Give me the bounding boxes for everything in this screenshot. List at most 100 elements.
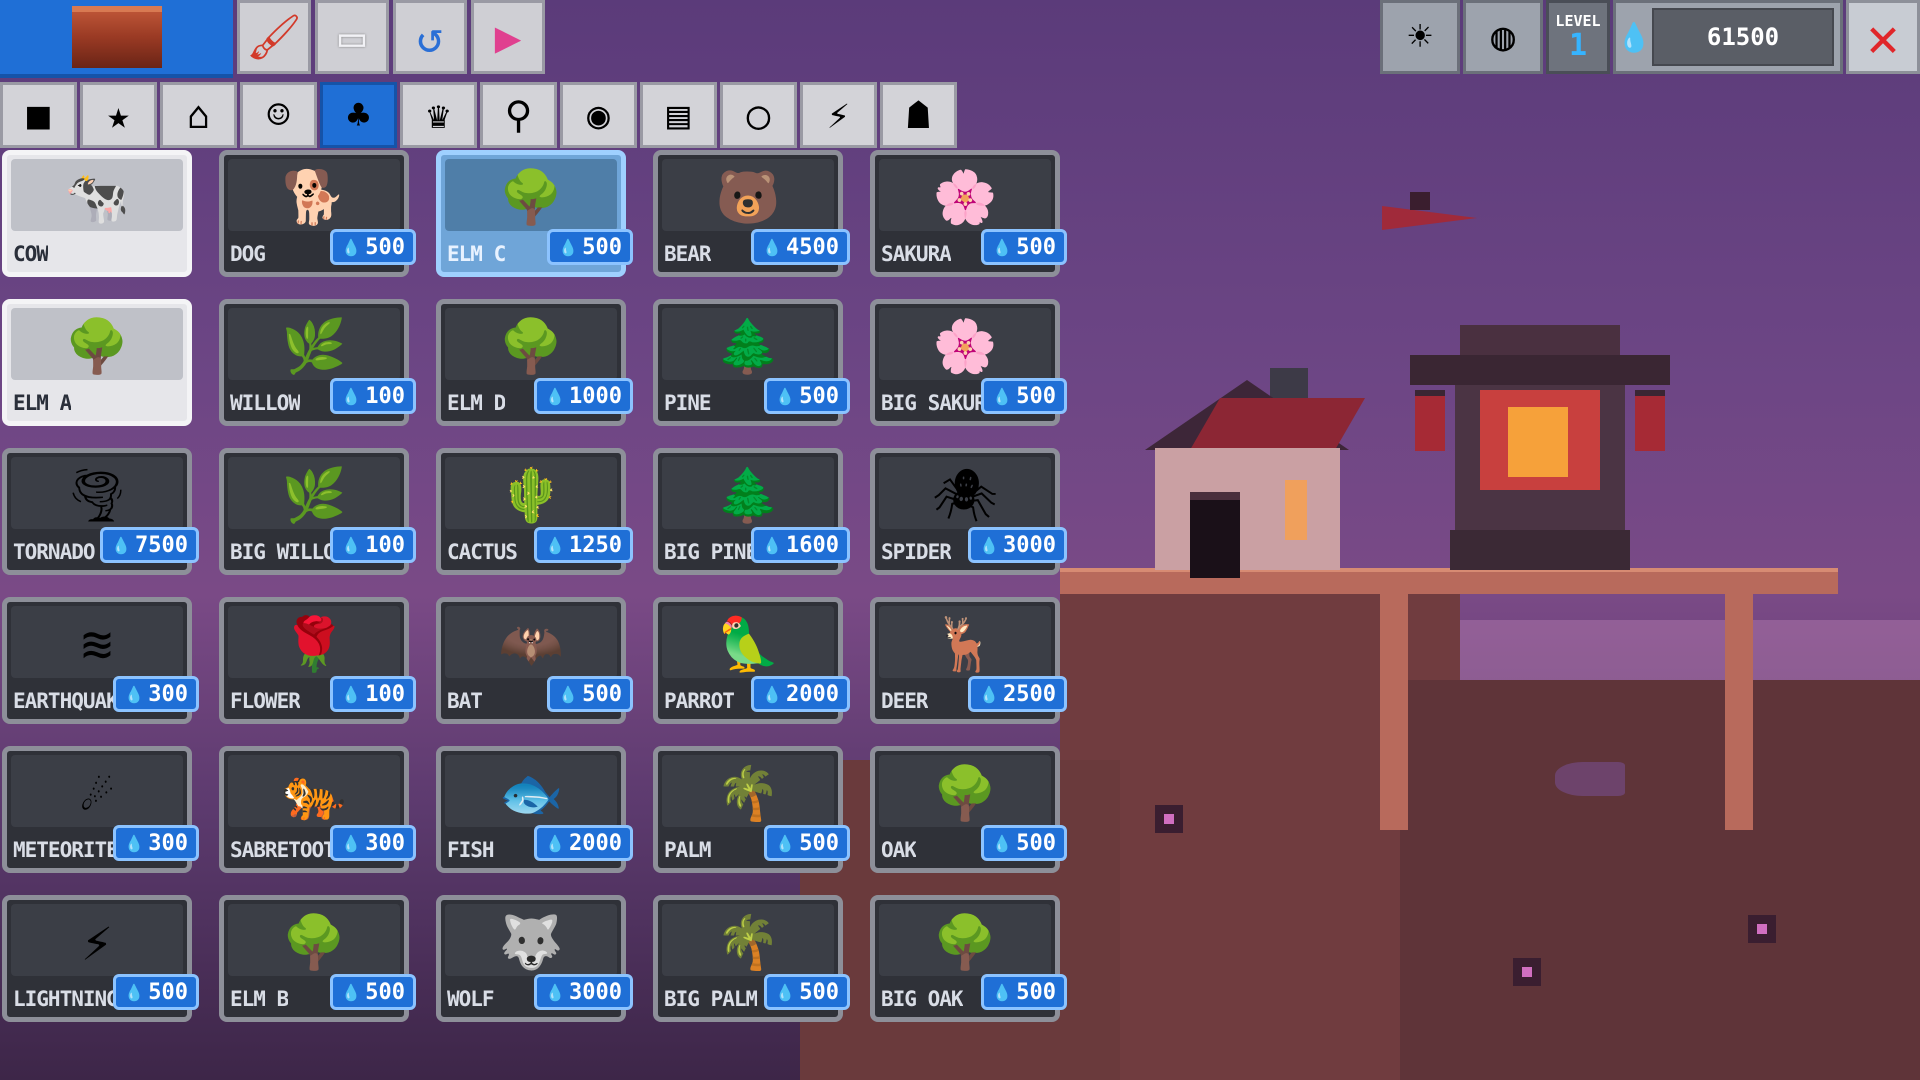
- palette-item-fish[interactable]: 🐟 FISH 💧 2000: [436, 746, 633, 873]
- pine-tree-icon: 🌲: [715, 466, 781, 526]
- house-wall: [1155, 448, 1340, 570]
- palette-item-bat[interactable]: 🦇 BAT 💧 500: [436, 597, 633, 724]
- category-tab-person[interactable]: ☺: [240, 82, 317, 148]
- category-tab-star[interactable]: ★: [80, 82, 157, 148]
- lightning-icon: ⚡: [81, 913, 113, 973]
- price-badge: 💧 3000: [534, 974, 633, 1010]
- price-badge: 💧 500: [764, 974, 850, 1010]
- lantern: [1415, 390, 1445, 451]
- price-badge: 💧 500: [330, 229, 416, 265]
- oak-tree-icon: 🌳: [932, 764, 998, 824]
- palette-item-spider[interactable]: 🕷 SPIDER 💧 3000: [870, 448, 1067, 575]
- elm-tree-icon: 🌳: [498, 317, 564, 377]
- category-tab-reaper[interactable]: ☗: [880, 82, 957, 148]
- palette-item-big-willow[interactable]: 🌿 BIG WILLOW 💧 100: [219, 448, 416, 575]
- palette-item-sabretooth[interactable]: 🐅 SABRETOOTH 💧 300: [219, 746, 416, 873]
- palette-item-dog[interactable]: 🐕 DOG 💧 500: [219, 150, 416, 277]
- category-tab-book[interactable]: ▤: [640, 82, 717, 148]
- item-label: BIG OAK: [881, 987, 963, 1011]
- palette-item-willow[interactable]: 🌿 WILLOW 💧 100: [219, 299, 416, 426]
- item-label: OAK: [881, 838, 916, 862]
- item-preview: 🌵: [445, 457, 617, 529]
- water-drop-icon: 💧: [545, 833, 566, 853]
- palette-item-cow[interactable]: 🐄 COW: [2, 150, 192, 277]
- item-label: ELM C: [447, 242, 506, 266]
- palette-item-lightning[interactable]: ⚡ LIGHTNING 💧 500: [2, 895, 199, 1022]
- palette-item-palm[interactable]: 🌴 PALM 💧 500: [653, 746, 850, 873]
- water-drop-icon: 💧: [341, 237, 362, 257]
- price-value: 1600: [786, 532, 839, 558]
- category-tab-laser[interactable]: ⚡: [800, 82, 877, 148]
- tornado-icon: 🌪: [63, 466, 130, 526]
- palette-item-elm-c[interactable]: 🌳 ELM C 💧 500: [436, 150, 633, 277]
- palette-item-sakura[interactable]: 🌸 SAKURA 💧 500: [870, 150, 1067, 277]
- category-tab-palette[interactable]: ◉: [560, 82, 637, 148]
- lantern: [1635, 390, 1665, 451]
- price-value: 7500: [135, 532, 188, 558]
- water-drop-icon: 💧: [762, 535, 783, 555]
- pine-tree-icon: 🌲: [715, 317, 781, 377]
- palette-item-elm-b[interactable]: 🌳 ELM B 💧 500: [219, 895, 416, 1022]
- palette-item-big-oak[interactable]: 🌳 BIG OAK 💧 500: [870, 895, 1067, 1022]
- price-value: 100: [365, 532, 405, 558]
- selected-material-button[interactable]: [0, 0, 233, 78]
- category-tab-nature[interactable]: ♣: [320, 82, 397, 148]
- undo-button[interactable]: ↺: [393, 0, 467, 74]
- item-label: PARROT: [664, 689, 734, 713]
- palette-item-big-palm[interactable]: 🌴 BIG PALM 💧 500: [653, 895, 850, 1022]
- weather-button[interactable]: ☀: [1380, 0, 1460, 74]
- item-label: PALM: [664, 838, 711, 862]
- shrine-glyph: [1508, 407, 1568, 477]
- palette-item-big-pine[interactable]: 🌲 BIG PINE 💧 1600: [653, 448, 850, 575]
- category-tab-costume[interactable]: ♛: [400, 82, 477, 148]
- palette-item-cactus[interactable]: 🌵 CACTUS 💧 1250: [436, 448, 633, 575]
- palette-item-elm-d[interactable]: 🌳 ELM D 💧 1000: [436, 299, 633, 426]
- palette-item-tornado[interactable]: 🌪 TORNADO 💧 7500: [2, 448, 199, 575]
- palette-item-deer[interactable]: 🦌 DEER 💧 2500: [870, 597, 1067, 724]
- paint-brush-button[interactable]: 🖌: [237, 0, 311, 74]
- palette-item-elm-a[interactable]: 🌳 ELM A: [2, 299, 192, 426]
- palette-item-oak[interactable]: 🌳 OAK 💧 500: [870, 746, 1067, 873]
- play-button[interactable]: ▶: [471, 0, 545, 74]
- category-tab-lightbulb[interactable]: ◯: [720, 82, 797, 148]
- water-drop-icon: 💧: [558, 684, 579, 704]
- category-tabs: ■ ★ ⌂ ☺ ♣ ♛ ⚲ ◉ ▤ ◯ ⚡ ☗: [0, 82, 960, 148]
- price-value: 2000: [569, 830, 622, 856]
- close-icon: ✕: [1866, 5, 1900, 69]
- palette-item-pine[interactable]: 🌲 PINE 💧 500: [653, 299, 850, 426]
- item-label: ELM D: [447, 391, 506, 415]
- eraser-button[interactable]: ▭: [315, 0, 389, 74]
- category-tab-house[interactable]: ⌂: [160, 82, 237, 148]
- item-label: FLOWER: [230, 689, 300, 713]
- nature-icon: ♣: [347, 93, 370, 137]
- item-preview: 🌿: [228, 457, 400, 529]
- category-tab-joystick[interactable]: ⚲: [480, 82, 557, 148]
- item-preview: ≋: [11, 606, 183, 678]
- palette-item-flower[interactable]: 🌹 FLOWER 💧 100: [219, 597, 416, 724]
- palette-item-wolf[interactable]: 🐺 WOLF 💧 3000: [436, 895, 633, 1022]
- palette-item-earthquake[interactable]: ≋ EARTHQUAKE 💧 300: [2, 597, 199, 724]
- cow-icon: 🐄: [64, 168, 130, 228]
- price-badge: 💧 100: [330, 527, 416, 563]
- palette-item-meteorite[interactable]: ☄ METEORITE 💧 300: [2, 746, 199, 873]
- category-tab-blocks[interactable]: ■: [0, 82, 77, 148]
- glow-block: [1748, 915, 1776, 943]
- price-badge: 💧 500: [330, 974, 416, 1010]
- price-value: 1250: [569, 532, 622, 558]
- close-button[interactable]: ✕: [1846, 0, 1920, 74]
- item-preview: 🌿: [228, 308, 400, 380]
- palette-item-parrot[interactable]: 🦜 PARROT 💧 2000: [653, 597, 850, 724]
- dog-icon: 🐕: [281, 168, 347, 228]
- water-drop-icon: 💧: [775, 982, 796, 1002]
- price-badge: 💧 3000: [968, 527, 1067, 563]
- shrine-base: [1450, 530, 1630, 570]
- price-value: 2500: [1003, 681, 1056, 707]
- item-preview: 🕷: [879, 457, 1051, 529]
- palette-item-bear[interactable]: 🐻 BEAR 💧 4500: [653, 150, 850, 277]
- palette-item-big-sakura[interactable]: 🌸 BIG SAKURA 💧 500: [870, 299, 1067, 426]
- shrine: [1410, 325, 1670, 570]
- item-label: WILLOW: [230, 391, 300, 415]
- item-label: DOG: [230, 242, 265, 266]
- world-button[interactable]: ◍: [1463, 0, 1543, 74]
- book-icon: ▤: [667, 93, 690, 137]
